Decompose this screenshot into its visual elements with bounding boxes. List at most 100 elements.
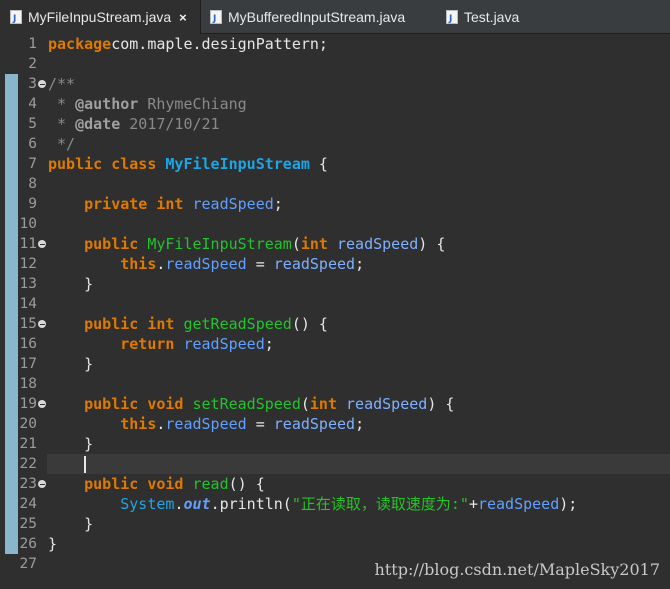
code-line[interactable]: 8	[0, 174, 670, 194]
code-line[interactable]: 12 this.readSpeed = readSpeed;	[0, 254, 670, 274]
line-number: 2	[28, 56, 37, 72]
line-number: 17	[19, 356, 37, 372]
line-number: 10	[19, 216, 37, 232]
code-token: .println(	[210, 495, 292, 513]
code-token: ) {	[418, 235, 446, 253]
tab-myfileinpustream[interactable]: J MyFileInpuStream.java ×	[0, 0, 201, 34]
code-token: /**	[48, 75, 76, 93]
line-number: 5	[28, 116, 37, 132]
code-token: readSpeed	[165, 415, 247, 433]
code-line[interactable]: 22	[0, 454, 670, 474]
line-number: 22	[19, 456, 37, 472]
code-line[interactable]: 6 */	[0, 134, 670, 154]
close-icon[interactable]: ×	[179, 10, 187, 25]
code-text: public MyFileInpuStream(int readSpeed) {	[48, 234, 445, 254]
code-text: private int readSpeed;	[48, 194, 283, 214]
code-line[interactable]: 25 }	[0, 514, 670, 534]
code-line[interactable]: 2	[0, 54, 670, 74]
code-text: public void setReadSpeed(int readSpeed) …	[48, 394, 454, 414]
code-token: MyFileInpuStream	[147, 235, 292, 253]
code-token: public	[84, 475, 139, 493]
code-line[interactable]: 11 public MyFileInpuStream(int readSpeed…	[0, 234, 670, 254]
code-token: {	[309, 155, 328, 173]
code-text: public class MyFileInpuStream {	[48, 154, 328, 174]
code-token: int	[309, 395, 337, 413]
code-token: out	[183, 495, 211, 513]
code-line[interactable]: 14	[0, 294, 670, 314]
code-token: @date	[75, 115, 121, 133]
code-token: com.maple.designPattern;	[111, 35, 328, 53]
code-text: System.out.println("正在读取，读取速度为:"+readSpe…	[48, 494, 577, 514]
code-token: ) {	[427, 395, 455, 413]
code-token: int	[147, 315, 175, 333]
editor-tab-bar: J MyFileInpuStream.java × J MyBufferedIn…	[0, 0, 670, 34]
code-line[interactable]: 3 /**	[0, 74, 670, 94]
code-text: }	[48, 514, 93, 534]
code-token: +	[468, 495, 478, 513]
code-token: System	[120, 495, 175, 513]
code-token: }	[48, 355, 94, 373]
code-line[interactable]: 9 private int readSpeed;	[0, 194, 670, 214]
code-token: "正在读取，读取速度为:"	[291, 495, 469, 513]
code-text: }	[48, 274, 93, 294]
code-token: setReadSpeed	[192, 395, 301, 413]
code-text: return readSpeed;	[48, 334, 274, 354]
tab-test[interactable]: J Test.java	[446, 0, 546, 34]
tab-mybufferedinputstream[interactable]: J MyBufferedInputStream.java	[210, 0, 430, 34]
code-token: this	[120, 255, 157, 273]
code-line[interactable]: 23 public void read() {	[0, 474, 670, 494]
line-number: 27	[19, 556, 37, 572]
line-number: 14	[19, 296, 37, 312]
code-text: /**	[48, 74, 75, 94]
code-token: class	[111, 155, 157, 173]
code-token: private	[84, 195, 148, 213]
code-line[interactable]: 13 }	[0, 274, 670, 294]
code-text: packagecom.maple.designPattern;	[48, 34, 328, 54]
code-line[interactable]: 19 public void setReadSpeed(int readSpee…	[0, 394, 670, 414]
code-token: ;	[264, 335, 274, 353]
svg-text:J: J	[212, 14, 216, 24]
fold-collapse-icon[interactable]	[38, 480, 46, 488]
code-token: readSpeed	[183, 335, 265, 353]
code-text: }	[48, 434, 93, 454]
code-text: this.readSpeed = readSpeed;	[48, 414, 364, 434]
code-line[interactable]: 26}	[0, 534, 670, 554]
line-number: 6	[28, 136, 37, 152]
code-line[interactable]: 10	[0, 214, 670, 234]
code-line[interactable]: 5 * @date 2017/10/21	[0, 114, 670, 134]
line-number: 21	[19, 436, 37, 452]
code-line[interactable]: 15 public int getReadSpeed() {	[0, 314, 670, 334]
code-text: }	[48, 354, 93, 374]
code-line[interactable]: 17 }	[0, 354, 670, 374]
code-line[interactable]: 16 return readSpeed;	[0, 334, 670, 354]
fold-collapse-icon[interactable]	[38, 400, 46, 408]
code-line[interactable]: 24 System.out.println("正在读取，读取速度为:"+read…	[0, 494, 670, 514]
fold-collapse-icon[interactable]	[38, 240, 46, 248]
line-number: 26	[19, 536, 37, 552]
code-line[interactable]: 20 this.readSpeed = readSpeed;	[0, 414, 670, 434]
code-text: */	[48, 134, 75, 154]
code-line[interactable]: 21 }	[0, 434, 670, 454]
code-token: read	[192, 475, 229, 493]
code-token: }	[48, 435, 94, 453]
fold-collapse-icon[interactable]	[38, 80, 46, 88]
line-number: 1	[28, 36, 37, 52]
code-line[interactable]: 1 packagecom.maple.designPattern;	[0, 34, 670, 54]
fold-collapse-icon[interactable]	[38, 320, 46, 328]
code-editor[interactable]: 1 packagecom.maple.designPattern; 2 3/** 4 *…	[0, 34, 670, 589]
line-number: 20	[19, 416, 37, 432]
code-token: }	[48, 515, 94, 533]
code-token: readSpeed	[273, 415, 356, 433]
code-line[interactable]: 7 public class MyFileInpuStream {	[0, 154, 670, 174]
code-token: *	[48, 95, 76, 113]
code-line[interactable]: 4 * @author RhymeChiang	[0, 94, 670, 114]
code-line[interactable]: 18	[0, 374, 670, 394]
line-number: 11	[19, 236, 37, 252]
